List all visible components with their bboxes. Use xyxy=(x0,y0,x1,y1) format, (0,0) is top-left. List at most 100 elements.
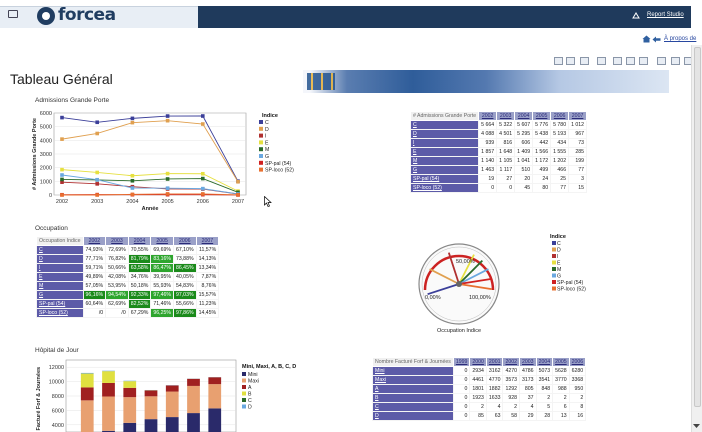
row-label-link[interactable]: SP-pal (54) xyxy=(409,174,480,184)
table-cell: 92,33% xyxy=(127,290,152,300)
y-tick-label: 6000 xyxy=(40,111,52,117)
row-label-link[interactable]: C xyxy=(409,120,480,130)
legend-swatch xyxy=(552,247,556,252)
table-header-year[interactable]: 2001 xyxy=(485,357,504,367)
table-cell: 60,64% xyxy=(82,299,107,309)
row-label-link[interactable]: SP-loco (52) xyxy=(409,183,480,193)
legend-swatch xyxy=(259,154,263,158)
table-header-year[interactable]: 2004 xyxy=(535,357,554,367)
scroll-down-icon[interactable] xyxy=(692,422,701,430)
data-point xyxy=(95,120,99,125)
row-label-link[interactable]: M xyxy=(36,281,84,291)
table-header-year[interactable]: 2007 xyxy=(568,111,588,121)
table-cell: 848 xyxy=(535,384,554,394)
table-header-year[interactable]: 2002 xyxy=(82,236,107,246)
table-cell: 45 xyxy=(514,183,534,193)
table-header-year[interactable]: 2006 xyxy=(172,236,197,246)
monitor-icon[interactable] xyxy=(8,10,18,18)
row-label-link[interactable]: C xyxy=(36,245,84,255)
vertical-scrollbar[interactable] xyxy=(691,45,702,432)
email-icon[interactable] xyxy=(580,57,589,65)
table-cell: 54,83% xyxy=(172,281,197,291)
legend-label: A xyxy=(248,385,252,391)
legend-swatch xyxy=(259,120,263,124)
row-label-link[interactable]: I xyxy=(36,263,84,273)
scrollbar-thumb[interactable] xyxy=(694,47,701,407)
save-as-icon[interactable] xyxy=(566,57,575,65)
row-label-link[interactable]: I xyxy=(409,138,480,148)
data-point xyxy=(60,173,64,177)
table-header-year[interactable]: 2006 xyxy=(568,357,587,367)
logo-text: forcea xyxy=(58,5,116,25)
row-label-link[interactable]: SP-loco (52) xyxy=(36,308,84,318)
legend-label: E xyxy=(265,140,269,146)
table-cell: 466 xyxy=(550,165,570,175)
row-label-link[interactable]: E xyxy=(36,272,84,282)
row-label-link[interactable]: G xyxy=(409,165,480,175)
table-row: G1 463 1 117 510 499 466 77 xyxy=(409,165,588,175)
save-icon[interactable] xyxy=(554,57,563,65)
row-label-link[interactable]: D xyxy=(372,411,454,421)
table-cell: 1 041 xyxy=(514,156,534,166)
table-cell: 199 xyxy=(568,156,588,166)
table-cell: 63,58% xyxy=(127,263,152,273)
table-header-year[interactable]: 2007 xyxy=(195,236,220,246)
home-icon[interactable] xyxy=(642,35,651,43)
table-cell: 70,55% xyxy=(127,245,152,255)
table-header-year[interactable]: 1999 xyxy=(452,357,471,367)
table-header-year[interactable]: 2000 xyxy=(469,357,487,367)
table-header-year[interactable]: 2003 xyxy=(105,236,129,246)
pdf-icon[interactable] xyxy=(671,57,680,65)
x-tick-label: 2007 xyxy=(232,199,244,205)
table-header-year[interactable]: 2002 xyxy=(478,111,498,121)
table-header-year[interactable]: 2003 xyxy=(519,357,537,367)
row-label-link[interactable]: M xyxy=(409,156,480,166)
table-header-year[interactable]: 2003 xyxy=(496,111,516,121)
apropos-link[interactable]: À propos de xyxy=(664,36,696,42)
table-header-year[interactable]: 2004 xyxy=(514,111,534,121)
data-point xyxy=(60,137,64,141)
row-label-link[interactable]: E xyxy=(409,147,480,157)
report-studio-link[interactable]: Report Studio xyxy=(647,12,684,18)
table-row: Maxi 0 4461 4770 3573 3173 3541 3770 3368 xyxy=(372,375,587,385)
nav-left-icon[interactable] xyxy=(613,57,622,65)
table-cell: 24 xyxy=(532,174,552,184)
row-label-link[interactable]: D xyxy=(409,129,480,139)
table-cell: 74,93% xyxy=(82,245,107,255)
table-cell: 5 664 xyxy=(478,120,498,130)
row-label-link[interactable]: D xyxy=(36,254,84,264)
row-label-link[interactable]: C xyxy=(372,402,454,412)
table-cell: 6 xyxy=(552,402,570,412)
report-studio-icon[interactable] xyxy=(632,12,640,19)
data-point xyxy=(60,177,64,182)
table-header-year[interactable]: 2005 xyxy=(552,357,570,367)
nav-right-icon[interactable] xyxy=(626,57,635,65)
table-header-year[interactable]: 2005 xyxy=(150,236,174,246)
table-cell: 5 193 xyxy=(550,129,570,139)
table-header-year[interactable]: 2002 xyxy=(502,357,521,367)
data-point xyxy=(236,179,240,184)
legend-label: SP-pal (54) xyxy=(557,280,584,286)
table-cell: 81,79% xyxy=(127,254,152,264)
excel-icon[interactable] xyxy=(657,57,666,65)
row-label-link[interactable]: B xyxy=(372,393,454,403)
bar-segment xyxy=(80,387,94,401)
table-cell: 4270 xyxy=(502,366,521,376)
view-icon[interactable] xyxy=(639,57,648,65)
back-arrow-icon[interactable] xyxy=(652,36,661,43)
table-cell: 42,08% xyxy=(105,272,129,282)
table-header-year[interactable]: 2005 xyxy=(532,111,552,121)
row-label-link[interactable]: G xyxy=(36,290,84,300)
row-label-link[interactable]: SP-pal (54) xyxy=(36,299,84,309)
table-cell: 1 566 xyxy=(532,147,552,157)
legend-swatch xyxy=(242,385,246,389)
table-cell: 77,71% xyxy=(82,254,107,264)
table-cell: 1 140 xyxy=(478,156,498,166)
table-header-year[interactable]: 2004 xyxy=(127,236,152,246)
run-icon[interactable] xyxy=(597,57,606,65)
table-cell: 97,86% xyxy=(172,308,197,318)
table-header-year[interactable]: 2006 xyxy=(550,111,570,121)
row-label-link[interactable]: Mini xyxy=(372,366,454,376)
row-label-link[interactable]: Maxi xyxy=(372,375,454,385)
row-label-link[interactable]: A xyxy=(372,384,454,394)
